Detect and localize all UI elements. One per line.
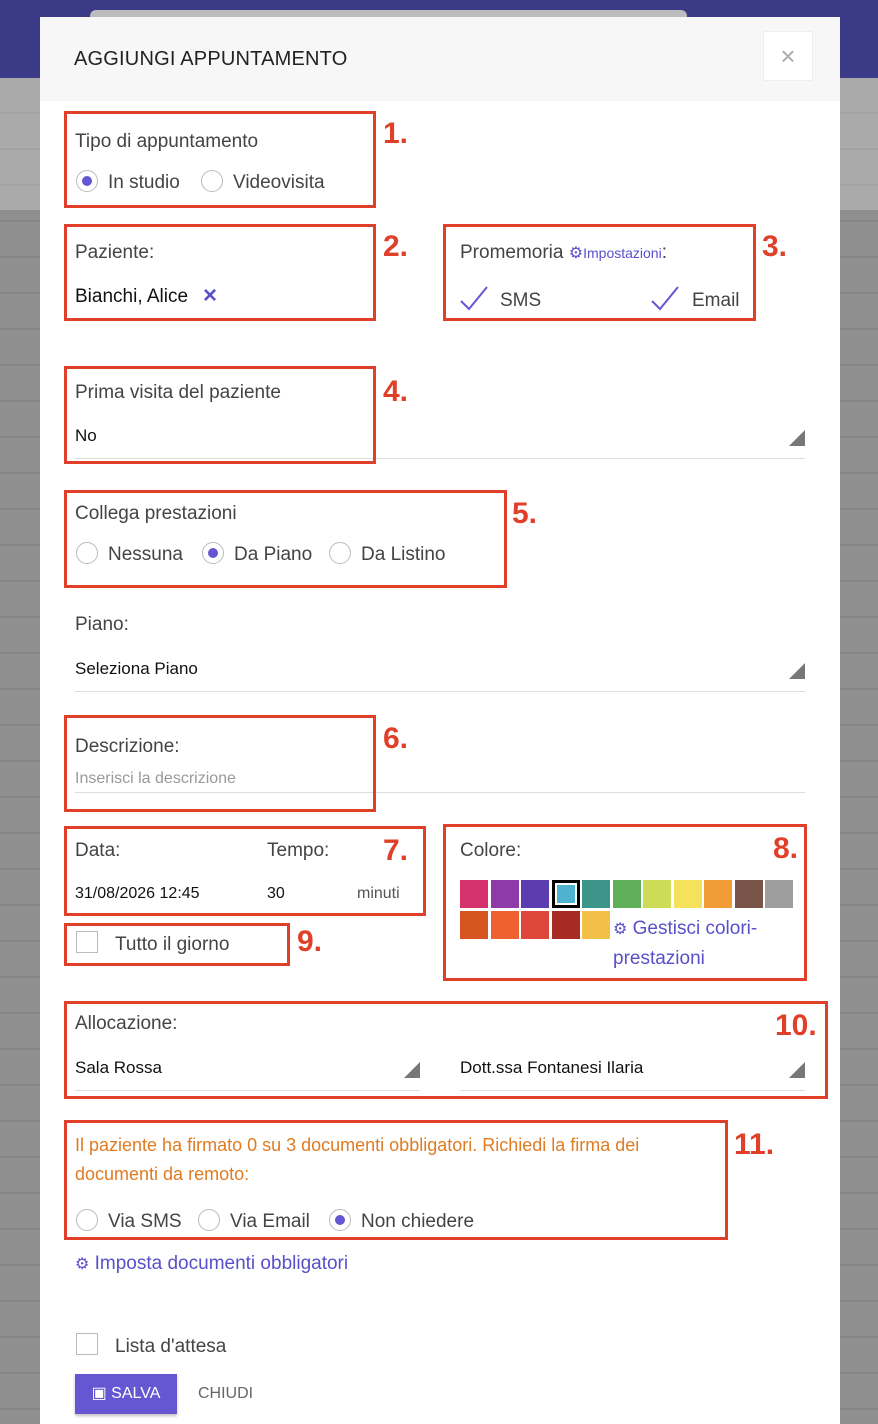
plan-select[interactable]: Seleziona Piano — [75, 659, 198, 679]
annotation-number-10: 10. — [775, 1009, 817, 1042]
close-button[interactable]: CHIUDI — [198, 1385, 253, 1403]
modal-title: AGGIUNGI APPUNTAMENTO — [74, 48, 348, 70]
close-icon[interactable]: × — [763, 31, 813, 81]
annotation-number-8: 8. — [773, 832, 799, 865]
save-button[interactable]: ▣ SALVA — [75, 1374, 177, 1414]
annotation-box-5 — [64, 490, 507, 588]
annotation-box-4 — [64, 366, 376, 464]
annotation-number-11: 11. — [734, 1128, 775, 1161]
required-documents-link-text: Imposta documenti obbligatori — [94, 1253, 349, 1274]
annotation-number-7: 7. — [383, 834, 409, 867]
plan-underline — [75, 691, 805, 692]
annotation-box-2 — [64, 224, 376, 321]
plan-dropdown-icon[interactable] — [789, 663, 805, 679]
save-button-label: SALVA — [111, 1385, 161, 1402]
annotation-number-6: 6. — [383, 722, 409, 755]
plan-label: Piano: — [75, 614, 129, 635]
first-visit-dropdown-icon[interactable] — [789, 430, 805, 446]
waiting-list-checkbox[interactable] — [76, 1333, 98, 1355]
annotation-box-7 — [64, 826, 426, 916]
annotation-box-6 — [64, 715, 376, 812]
annotation-number-5: 5. — [512, 497, 538, 530]
annotation-number-2: 2. — [383, 230, 409, 263]
annotation-box-8 — [443, 824, 807, 981]
required-documents-link[interactable]: ⚙ Imposta documenti obbligatori — [75, 1253, 348, 1275]
annotation-box-1 — [64, 111, 376, 208]
annotation-number-3: 3. — [762, 230, 788, 263]
modal-header: AGGIUNGI APPUNTAMENTO × — [40, 17, 840, 101]
annotation-box-9 — [64, 923, 290, 966]
gear-icon: ⚙ — [75, 1256, 90, 1273]
save-icon: ▣ — [91, 1385, 107, 1402]
annotation-box-10 — [64, 1001, 828, 1099]
annotation-box-3 — [443, 224, 756, 321]
annotation-number-9: 9. — [297, 925, 323, 958]
annotation-number-1: 1. — [383, 117, 409, 150]
waiting-list-label: Lista d'attesa — [115, 1336, 227, 1357]
annotation-number-4: 4. — [383, 375, 409, 408]
annotation-box-11 — [64, 1120, 728, 1240]
